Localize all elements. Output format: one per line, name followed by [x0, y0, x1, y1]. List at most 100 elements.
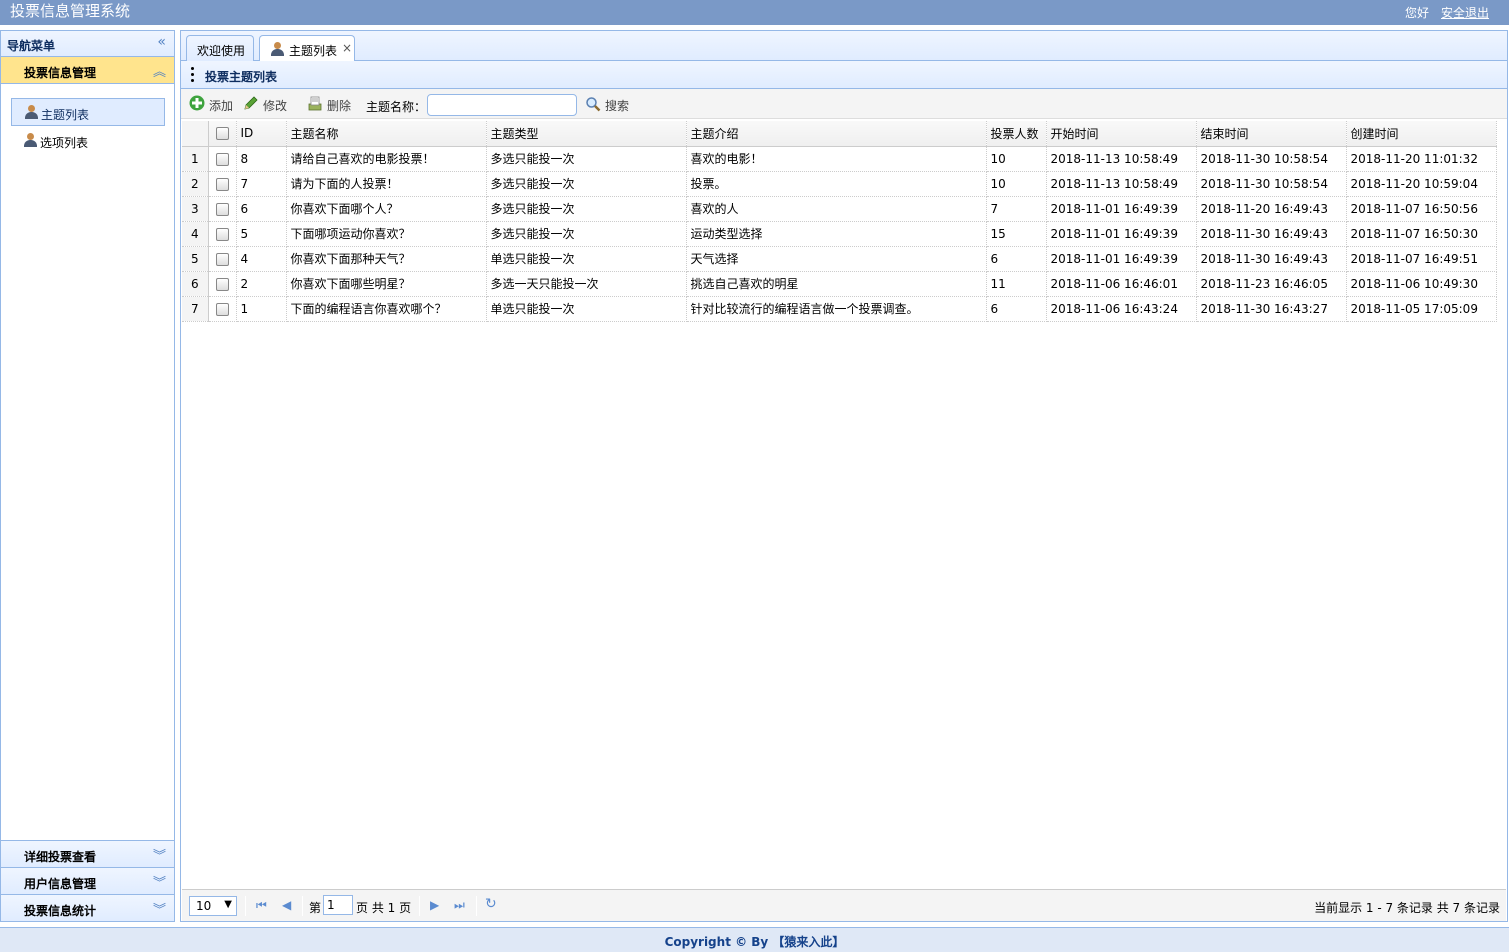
cell-type: 多选只能投一次: [486, 146, 687, 172]
column-header-created[interactable]: 创建时间: [1346, 121, 1497, 147]
cell-created: 2018-11-20 11:01:32: [1346, 146, 1497, 172]
cell-created: 2018-11-07 16:50:30: [1346, 221, 1497, 247]
cell-start: 2018-11-01 16:49:39: [1046, 221, 1197, 247]
edit-label: 修改: [263, 99, 288, 113]
row-number: 5: [182, 246, 209, 272]
row-checkbox-cell: [208, 271, 237, 297]
page-prefix-label: 第: [309, 901, 322, 915]
sidebar: 导航菜单 « 投票信息管理 ︽ 主题列表 选项列表 详细投票查看 ︾ 用户信息管…: [0, 30, 175, 922]
table-row[interactable]: 2 7 请为下面的人投票！ 多选只能投一次 投票。 10 2018-11-13 …: [182, 171, 1497, 197]
prev-page-icon[interactable]: ◀: [282, 898, 291, 912]
cell-name: 你喜欢下面哪个人？: [286, 196, 487, 222]
sidebar-item-label: 主题列表: [41, 108, 90, 122]
row-checkbox-cell: [208, 171, 237, 197]
user-icon: [25, 105, 38, 120]
accordion-label: 详细投票查看: [24, 850, 97, 864]
cell-end: 2018-11-20 16:49:43: [1196, 196, 1347, 222]
cell-start: 2018-11-13 10:58:49: [1046, 146, 1197, 172]
delete-button[interactable]: 删除: [307, 95, 353, 113]
row-checkbox[interactable]: [215, 202, 229, 216]
accordion-user-management[interactable]: 用户信息管理 ︾: [1, 867, 174, 894]
sidebar-item-label: 选项列表: [40, 136, 89, 150]
cell-end: 2018-11-30 10:58:54: [1196, 171, 1347, 197]
page-number-input[interactable]: 1: [323, 895, 353, 915]
pager-separator: [476, 896, 477, 916]
row-checkbox[interactable]: [215, 252, 229, 266]
pencil-icon: [244, 96, 258, 110]
row-checkbox[interactable]: [215, 227, 229, 241]
column-header-type[interactable]: 主题类型: [486, 121, 687, 147]
cell-votes: 6: [986, 246, 1047, 272]
cell-name: 下面哪项运动你喜欢？: [286, 221, 487, 247]
row-checkbox[interactable]: [215, 277, 229, 291]
column-header-end[interactable]: 结束时间: [1196, 121, 1347, 147]
main-content: 欢迎使用 主题列表 × 投票主题列表 添加 修改 删除 主题名称： 搜索 ID …: [180, 30, 1508, 922]
edit-button[interactable]: 修改: [243, 95, 289, 113]
page-size-value: 10: [196, 899, 212, 913]
add-button[interactable]: 添加: [189, 95, 235, 113]
accordion-label: 用户信息管理: [24, 877, 97, 891]
row-checkbox[interactable]: [215, 152, 229, 166]
first-page-icon[interactable]: ⏮: [256, 898, 267, 913]
table-row[interactable]: 4 5 下面哪项运动你喜欢？ 多选只能投一次 运动类型选择 15 2018-11…: [182, 221, 1497, 247]
table-row[interactable]: 5 4 你喜欢下面那种天气？ 单选只能投一次 天气选择 6 2018-11-01…: [182, 246, 1497, 272]
table-row[interactable]: 7 1 下面的编程语言你喜欢哪个？ 单选只能投一次 针对比较流行的编程语言做一个…: [182, 296, 1497, 322]
accordion-vote-statistics[interactable]: 投票信息统计 ︾: [1, 894, 174, 921]
tab-label: 主题列表: [289, 44, 338, 58]
grid-header-row: ID 主题名称 主题类型 主题介绍 投票人数 开始时间 结束时间 创建时间: [182, 121, 1497, 147]
next-page-icon[interactable]: ▶: [430, 898, 439, 912]
cell-id: 7: [236, 171, 287, 197]
chevron-down-icon: ︾: [152, 903, 166, 918]
row-checkbox[interactable]: [215, 177, 229, 191]
refresh-icon[interactable]: ↻: [485, 896, 497, 912]
row-checkbox-cell: [208, 246, 237, 272]
row-checkbox-cell: [208, 221, 237, 247]
sidebar-item-topic-list[interactable]: 主题列表: [11, 98, 165, 126]
accordion-vote-management[interactable]: 投票信息管理 ︽: [1, 57, 174, 84]
close-icon[interactable]: ×: [342, 41, 352, 55]
delete-icon: [308, 96, 322, 111]
delete-label: 删除: [327, 99, 352, 113]
page-size-select[interactable]: 10 ▼: [189, 896, 237, 916]
cell-desc: 喜欢的电影！: [686, 146, 987, 172]
cell-type: 单选只能投一次: [486, 246, 687, 272]
row-checkbox[interactable]: [215, 302, 229, 316]
column-header-votes[interactable]: 投票人数: [986, 121, 1047, 147]
last-page-icon[interactable]: ⏭: [454, 898, 465, 913]
select-all-checkbox[interactable]: [215, 127, 229, 141]
collapse-left-icon[interactable]: «: [157, 34, 166, 50]
search-button[interactable]: 搜索: [585, 95, 635, 113]
search-icon: [586, 97, 601, 112]
table-row[interactable]: 1 8 请给自己喜欢的电影投票！ 多选只能投一次 喜欢的电影！ 10 2018-…: [182, 146, 1497, 172]
cell-name: 下面的编程语言你喜欢哪个？: [286, 296, 487, 322]
accordion-vote-details[interactable]: 详细投票查看 ︾: [1, 840, 174, 867]
table-row[interactable]: 3 6 你喜欢下面哪个人？ 多选只能投一次 喜欢的人 7 2018-11-01 …: [182, 196, 1497, 222]
column-header-name[interactable]: 主题名称: [286, 121, 487, 147]
column-header-desc[interactable]: 主题介绍: [686, 121, 987, 147]
tab-topic-list[interactable]: 主题列表 ×: [259, 35, 355, 62]
row-checkbox-cell: [208, 196, 237, 222]
cell-type: 多选只能投一次: [486, 196, 687, 222]
row-number: 1: [182, 146, 209, 172]
cell-start: 2018-11-13 10:58:49: [1046, 171, 1197, 197]
panel-title: 投票主题列表: [205, 70, 278, 84]
column-header-start[interactable]: 开始时间: [1046, 121, 1197, 147]
cell-votes: 11: [986, 271, 1047, 297]
cell-votes: 15: [986, 221, 1047, 247]
cell-type: 单选只能投一次: [486, 296, 687, 322]
panel-header: 投票主题列表: [181, 61, 1507, 89]
tab-welcome[interactable]: 欢迎使用: [186, 35, 254, 61]
cell-type: 多选只能投一次: [486, 171, 687, 197]
column-header-id[interactable]: ID: [236, 121, 287, 147]
row-number-header: [182, 121, 209, 147]
cell-id: 4: [236, 246, 287, 272]
chevron-up-icon: ︽: [152, 65, 166, 80]
cell-end: 2018-11-30 16:49:43: [1196, 221, 1347, 247]
sidebar-item-option-list[interactable]: 选项列表: [11, 127, 165, 155]
user-icon: [271, 42, 284, 57]
logout-link[interactable]: 安全退出: [1441, 4, 1489, 21]
cell-id: 2: [236, 271, 287, 297]
cell-desc: 喜欢的人: [686, 196, 987, 222]
search-input[interactable]: [427, 94, 577, 116]
table-row[interactable]: 6 2 你喜欢下面哪些明星？ 多选一天只能投一次 挑选自己喜欢的明星 11 20…: [182, 271, 1497, 297]
